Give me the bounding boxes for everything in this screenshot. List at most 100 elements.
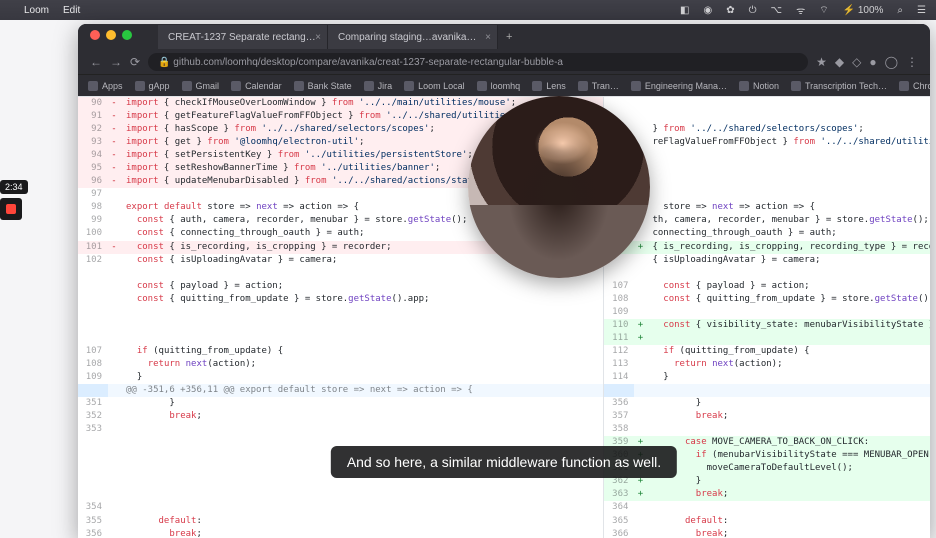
minimize-icon[interactable]: [106, 30, 116, 40]
code-text: }: [646, 371, 930, 384]
status-icon[interactable]: ◉: [703, 5, 712, 16]
loom-webcam-bubble[interactable]: [468, 96, 650, 278]
code-text: const { payload } = action;: [120, 280, 603, 293]
diff-line: +{ is_recording, is_cropping, recording_…: [604, 241, 930, 254]
bookmarks-item[interactable]: Gmail: [182, 81, 220, 91]
line-number: 357: [604, 410, 634, 423]
battery-icon[interactable]: ⚡ 100%: [843, 5, 884, 16]
code-text: }: [120, 397, 603, 410]
line-number: 96: [78, 175, 108, 188]
bookmarks-item[interactable]: Lens: [532, 81, 566, 91]
line-number: 356: [78, 528, 108, 538]
code-text: break;: [646, 528, 930, 538]
maximize-icon[interactable]: [122, 30, 132, 40]
address-bar[interactable]: 🔒 github.com/loomhq/desktop/compare/avan…: [148, 53, 808, 71]
new-tab-button[interactable]: +: [498, 31, 520, 43]
code-text: @@ -351,6 +356,11 @@ export default stor…: [120, 384, 603, 397]
back-button[interactable]: ←: [90, 55, 102, 69]
tab-title: CREAT-1237 Separate rectang…: [168, 32, 316, 43]
diff-line: reFlagValueFromFFObject } from '../../sh…: [604, 136, 930, 149]
diff-line: 351 }: [78, 397, 603, 410]
bluetooth-icon[interactable]: ⌔: [819, 4, 828, 17]
line-number: 107: [78, 345, 108, 358]
extension-icon[interactable]: ◆: [835, 55, 844, 69]
control-center-icon[interactable]: ☰: [917, 5, 926, 16]
diff-line: [604, 162, 930, 175]
close-icon[interactable]: [90, 30, 100, 40]
search-icon[interactable]: ⌕: [897, 5, 903, 16]
line-number: [78, 449, 108, 462]
line-number: 112: [604, 345, 634, 358]
diff-line: 108 const { quitting_from_update } = sto…: [604, 293, 930, 306]
bookmark-icon: [294, 81, 304, 91]
browser-tab[interactable]: Comparing staging…avanika… ×: [328, 25, 498, 49]
bookmarks-item[interactable]: Notion: [739, 81, 779, 91]
bookmarks-item[interactable]: gApp: [135, 81, 170, 91]
line-number: [78, 475, 108, 488]
code-text: if (quitting_from_update) {: [120, 345, 603, 358]
bookmarks-item[interactable]: Chrome Devboard: [899, 81, 930, 91]
code-text: return next(action);: [120, 358, 603, 371]
extension-icon[interactable]: ★: [816, 55, 827, 69]
line-number: [78, 384, 108, 397]
line-number: 354: [78, 501, 108, 514]
line-number: 109: [604, 306, 634, 319]
window-traffic-lights[interactable]: [90, 30, 132, 40]
status-icon[interactable]: ⌥: [771, 5, 783, 16]
bookmark-icon: [532, 81, 542, 91]
line-number: 352: [78, 410, 108, 423]
wifi-icon[interactable]: ᯤ: [796, 3, 805, 17]
code-text: [646, 162, 930, 175]
diff-line: 109: [604, 306, 930, 319]
code-text: reFlagValueFromFFObject } from '../../sh…: [646, 136, 930, 149]
code-text: th, camera, recorder, menubar } = store.…: [646, 214, 930, 227]
bookmarks-item[interactable]: Engineering Mana…: [631, 81, 727, 91]
loom-stop-button[interactable]: [0, 198, 22, 220]
menu-edit[interactable]: Edit: [63, 5, 80, 16]
bookmarks-item[interactable]: loomhq: [477, 81, 521, 91]
code-text: const { visibility_state: menubarVisibil…: [646, 319, 930, 332]
bookmarks-item[interactable]: Transcription Tech…: [791, 81, 887, 91]
diff-line[interactable]: [604, 384, 930, 397]
bookmarks-item[interactable]: Jira: [364, 81, 393, 91]
loom-timer: 2:34: [0, 180, 28, 194]
bookmarks-item[interactable]: Tran…: [578, 81, 619, 91]
menu-icon[interactable]: ⋮: [906, 55, 918, 69]
diff-line: 107 if (quitting_from_update) {: [78, 345, 603, 358]
line-number: 93: [78, 136, 108, 149]
status-icon[interactable]: ⏻: [749, 5, 757, 16]
status-icon[interactable]: ✿: [726, 5, 734, 16]
code-text: [120, 332, 603, 345]
bookmarks-item[interactable]: Apps: [88, 81, 123, 91]
close-icon[interactable]: ×: [485, 32, 491, 43]
diff-line: [604, 175, 930, 188]
code-text: const { payload } = action;: [646, 280, 930, 293]
extension-icon[interactable]: ◇: [852, 55, 861, 69]
diff-line: [78, 488, 603, 501]
code-text: [646, 97, 930, 110]
code-text: [120, 306, 603, 319]
code-text: default:: [120, 515, 603, 528]
line-number: [78, 436, 108, 449]
bookmarks-item[interactable]: Loom Local: [404, 81, 465, 91]
code-text: break;: [646, 488, 930, 501]
forward-button[interactable]: →: [110, 55, 122, 69]
bookmarks-bar: Apps gApp Gmail Calendar Bank State Jira…: [78, 74, 930, 96]
diff-line: 363+ break;: [604, 488, 930, 501]
code-text: [646, 175, 930, 188]
bookmark-icon: [899, 81, 909, 91]
extension-icon[interactable]: ●: [869, 55, 876, 69]
avatar-icon[interactable]: ◯: [885, 55, 898, 69]
bookmarks-item[interactable]: Calendar: [231, 81, 282, 91]
browser-tab[interactable]: CREAT-1237 Separate rectang… ×: [158, 25, 328, 49]
diff-line[interactable]: @@ -351,6 +356,11 @@ export default stor…: [78, 384, 603, 397]
diff-line: { isUploadingAvatar } = camera;: [604, 254, 930, 267]
reload-button[interactable]: ⟳: [130, 55, 140, 69]
status-icon[interactable]: ◧: [680, 5, 689, 16]
close-icon[interactable]: ×: [315, 32, 321, 43]
code-text: case MOVE_CAMERA_TO_BACK_ON_CLICK:: [646, 436, 930, 449]
diff-line: 111+: [604, 332, 930, 345]
diff-line: 365 default:: [604, 515, 930, 528]
app-name[interactable]: Loom: [24, 5, 49, 16]
bookmarks-item[interactable]: Bank State: [294, 81, 352, 91]
